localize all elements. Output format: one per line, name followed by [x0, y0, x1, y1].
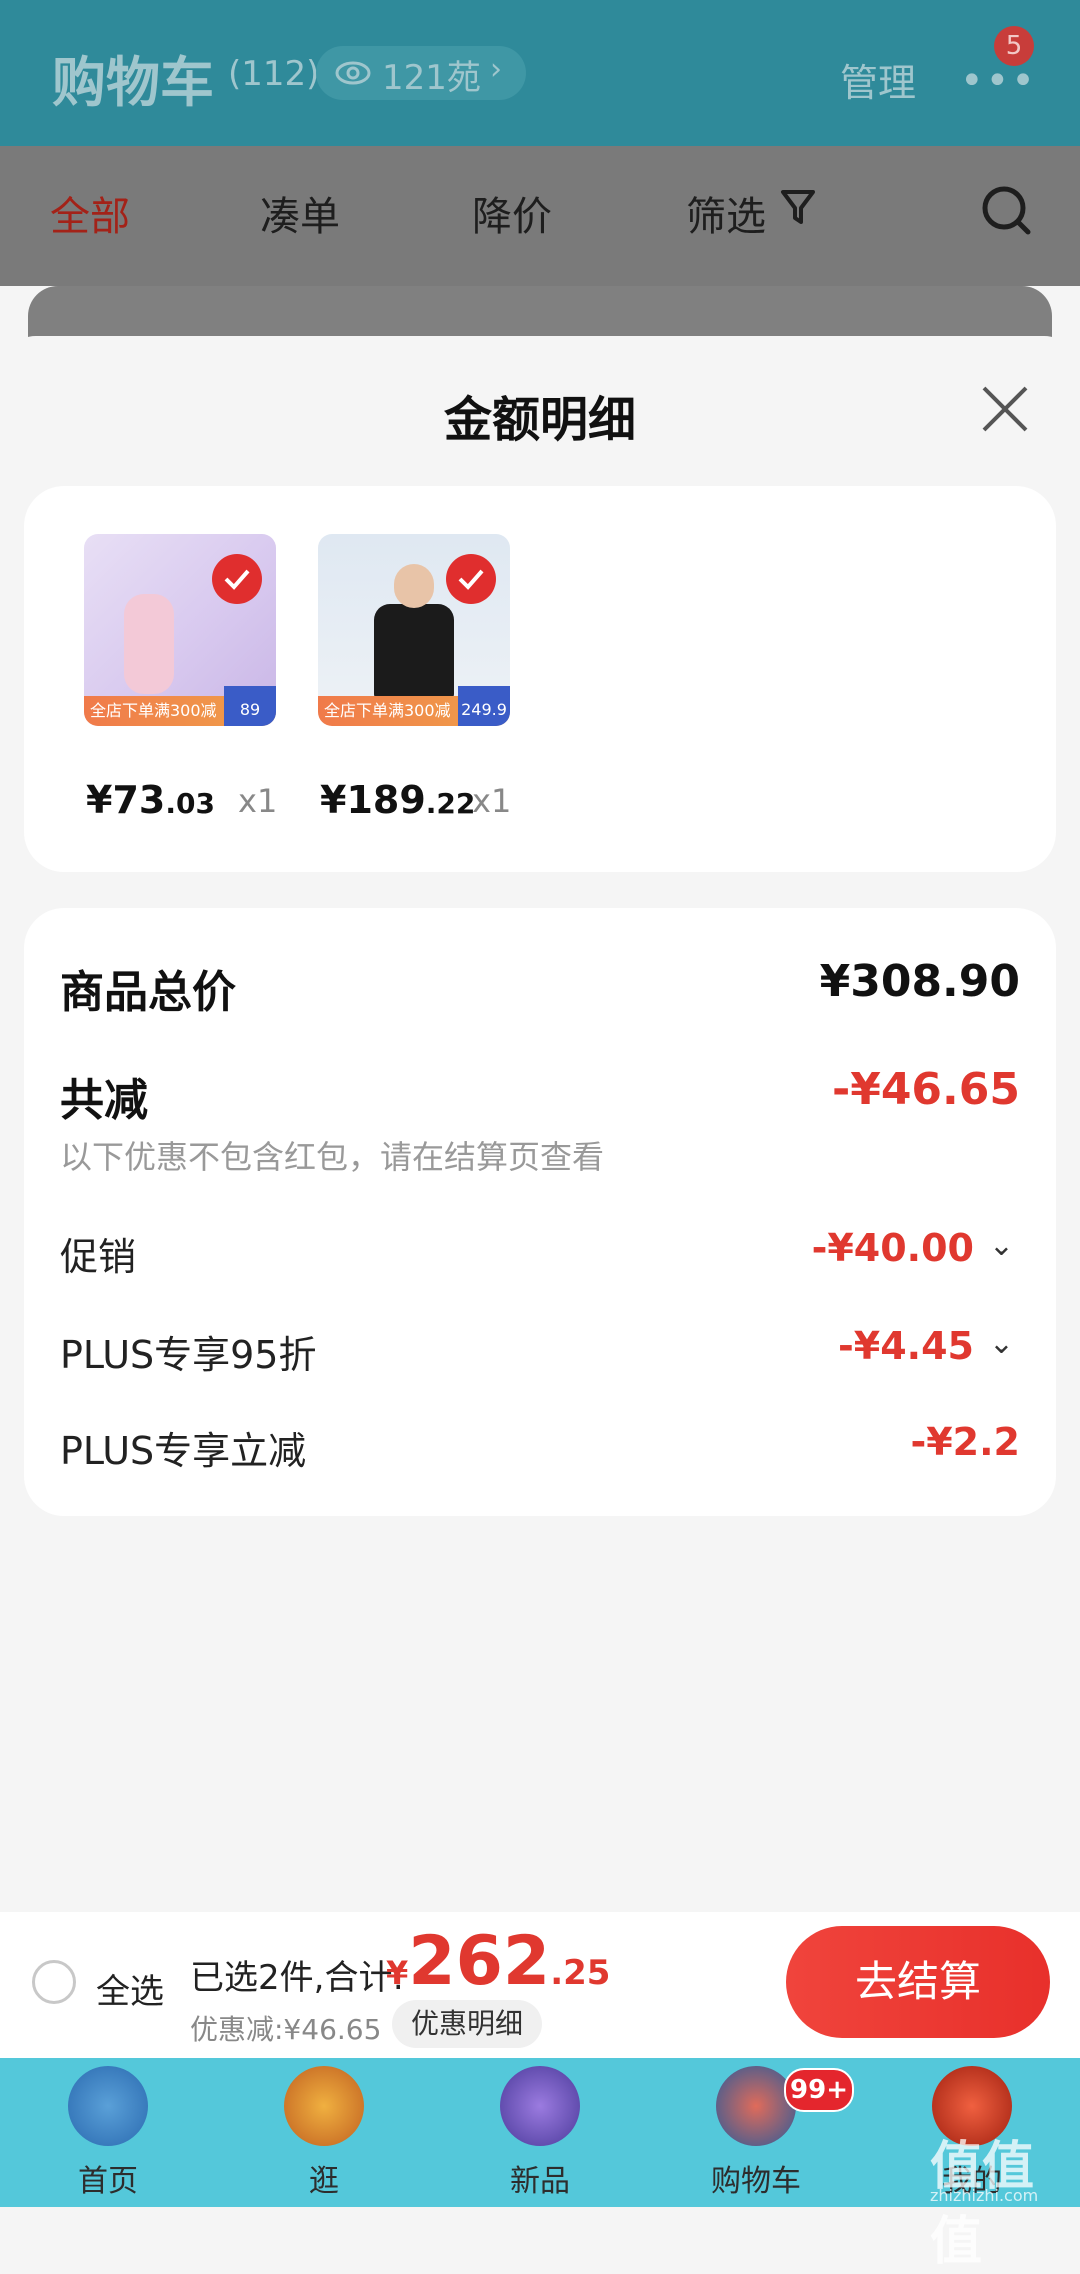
crystal-icon [500, 2066, 580, 2146]
discount-note: 以下优惠不包含红包，请在结算页查看 [60, 1138, 605, 1176]
nav-cart[interactable]: 99+ 购物车 [648, 2058, 864, 2207]
select-all-label[interactable]: 全选 [96, 1964, 164, 2013]
selected-count: 已选2件,合计: [190, 1958, 404, 1998]
discount-detail-button[interactable]: 优惠明细 [392, 2000, 542, 2048]
tab-filter[interactable]: 筛选 [686, 184, 766, 242]
discount-row-label: 促销 [60, 1235, 137, 1279]
promo-strip: 全店下单满300减40 [90, 701, 217, 720]
nav-home[interactable]: 首页 [0, 2058, 216, 2207]
chevron-right-icon: › [490, 52, 502, 87]
price-tag: 249.9 [458, 686, 510, 726]
tab-bundle[interactable]: 凑单 [260, 184, 340, 242]
selected-check-icon [212, 554, 262, 604]
item-thumbnail[interactable]: 全店下单满300减40 249.9 [318, 534, 510, 726]
promo-strip: 全店下单满300减40 [324, 701, 451, 720]
more-icon[interactable]: ••• [960, 58, 1037, 104]
reduce-value: -¥46.65 [831, 1064, 1020, 1115]
nav-browse[interactable]: 逛 [216, 2058, 432, 2207]
filter-icon[interactable] [780, 188, 816, 228]
total-value: ¥308.90 [819, 956, 1020, 1007]
notification-badge: 5 [994, 26, 1034, 66]
item-price: ¥189.22 [320, 778, 476, 822]
checkout-button[interactable]: 去结算 [786, 1926, 1050, 2038]
sheet-title: 金额明细 [443, 392, 636, 448]
tab-all[interactable]: 全部 [50, 184, 130, 242]
cart-badge: 99+ [784, 2068, 854, 2112]
selected-check-icon [446, 554, 496, 604]
discount-row-value[interactable]: -¥4.45 [838, 1324, 974, 1368]
discount-row-value[interactable]: -¥40.00 [812, 1226, 974, 1270]
price-tag: 89 [224, 686, 276, 726]
visits-text: 121苑 [382, 58, 481, 98]
discount-summary: 优惠减:¥46.65 [190, 2013, 382, 2046]
select-all-radio[interactable] [32, 1960, 76, 2004]
manage-button[interactable]: 管理 [840, 52, 916, 107]
checkout-total: ¥262.25 [386, 1922, 611, 2001]
home-icon [68, 2066, 148, 2146]
item-quantity: x1 [472, 782, 512, 820]
reduce-label: 共减 [60, 1075, 148, 1126]
eye-icon [335, 61, 371, 85]
item-thumbnail[interactable]: 全店下单满300减40 89 [84, 534, 276, 726]
page-title: 购物车 [52, 51, 214, 114]
nav-new[interactable]: 新品 [432, 2058, 648, 2207]
watermark-url: zhizhizhi.com [930, 2186, 1039, 2205]
item-price: ¥73.03 [86, 778, 215, 822]
item-quantity: x1 [238, 782, 278, 820]
chevron-down-icon[interactable]: ⌄ [989, 1228, 1014, 1263]
discount-row-value: -¥2.2 [910, 1420, 1020, 1464]
total-label: 商品总价 [60, 967, 236, 1018]
chevron-down-icon[interactable]: ⌄ [989, 1326, 1014, 1361]
cart-count: (112) [228, 54, 320, 94]
discount-row-label: PLUS专享95折 [60, 1333, 317, 1377]
browse-icon [284, 2066, 364, 2146]
discount-row-label: PLUS专享立减 [60, 1429, 307, 1473]
tab-price-drop[interactable]: 降价 [472, 184, 552, 242]
cart-icon [716, 2066, 796, 2146]
close-icon[interactable] [980, 384, 1030, 434]
search-icon[interactable] [980, 184, 1034, 238]
